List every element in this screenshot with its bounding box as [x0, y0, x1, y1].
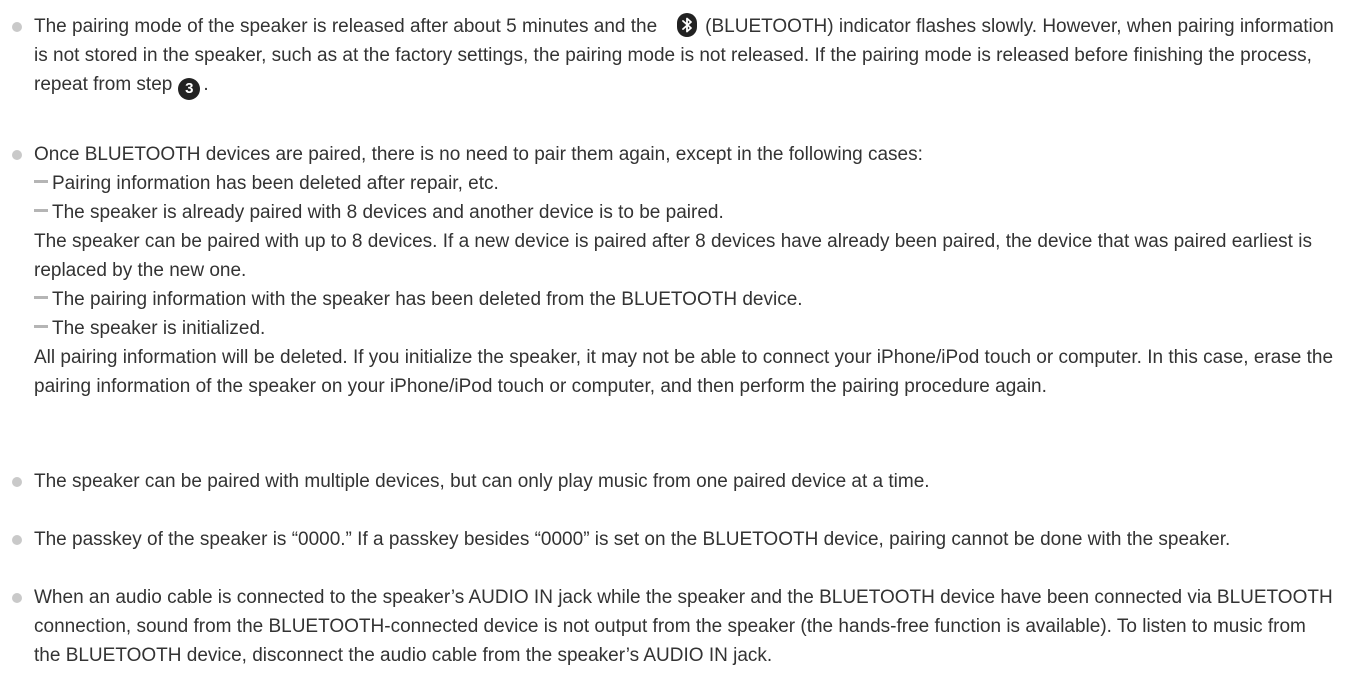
dash-icon [34, 296, 48, 300]
exception-item: The speaker is already paired with 8 dev… [34, 198, 1334, 285]
note-multiple-devices: The speaker can be paired with multiple … [12, 467, 1334, 496]
exception-label: The speaker is already paired with 8 dev… [52, 202, 724, 223]
exception-detail: All pairing information will be deleted.… [34, 347, 1334, 397]
note-text: The speaker can be paired with multiple … [34, 471, 930, 492]
exception-list: Pairing information has been deleted aft… [34, 169, 1334, 401]
exception-item: The speaker is initialized. All pairing … [34, 314, 1334, 401]
exception-item: Pairing information has been deleted aft… [34, 169, 1334, 198]
note-text: The passkey of the speaker is “0000.” If… [34, 529, 1231, 550]
note-text: The pairing mode of the speaker is relea… [34, 16, 658, 37]
note-pairing-mode-release: The pairing mode of the speaker is relea… [12, 12, 1334, 100]
step-number-badge: 3 [178, 77, 201, 100]
exception-label: Pairing information has been deleted aft… [52, 173, 499, 194]
dash-icon [34, 180, 48, 184]
exception-label: The pairing information with the speaker… [52, 289, 803, 310]
dash-icon [34, 209, 48, 213]
bullet-icon [12, 535, 22, 545]
bluetooth-icon [677, 13, 698, 37]
exception-label: The speaker is initialized. [52, 318, 266, 339]
note-audio-in-jack: When an audio cable is connected to the … [12, 583, 1334, 670]
bullet-icon [12, 593, 22, 603]
exception-detail: The speaker can be paired with up to 8 d… [34, 231, 1312, 281]
exception-item: The pairing information with the speaker… [34, 285, 1334, 314]
note-pairing-exceptions: Once BLUETOOTH devices are paired, there… [12, 140, 1334, 401]
dash-icon [34, 325, 48, 329]
bullet-icon [12, 477, 22, 487]
note-intro: Once BLUETOOTH devices are paired, there… [34, 144, 923, 165]
note-passkey: The passkey of the speaker is “0000.” If… [12, 525, 1334, 554]
bullet-icon [12, 150, 22, 160]
note-text-end: . [203, 74, 209, 95]
bullet-icon [12, 22, 22, 32]
notes-page: The pairing mode of the speaker is relea… [0, 0, 1351, 692]
note-text: When an audio cable is connected to the … [34, 587, 1333, 666]
